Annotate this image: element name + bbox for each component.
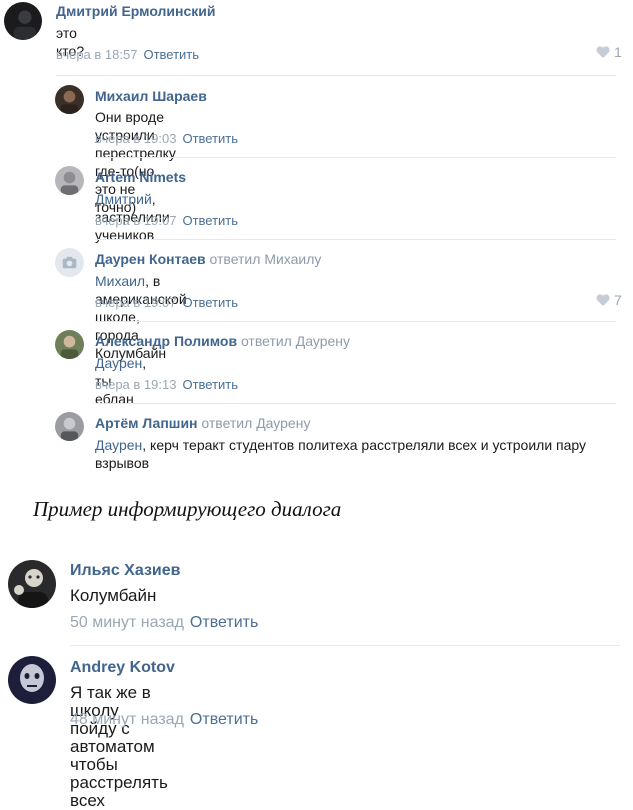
mention[interactable]: Дмитрий [95, 191, 152, 207]
reply-button[interactable]: Ответить [143, 47, 199, 62]
separator [95, 321, 616, 322]
comment-time[interactable]: вчера в 18:57 [56, 47, 137, 62]
comment-text: Даурен, керч теракт студентов политеха р… [95, 436, 623, 472]
comment-meta: вчера в 19:07 Ответить [95, 295, 238, 310]
separator [95, 403, 616, 404]
heart-icon [596, 293, 610, 306]
comment-meta: вчера в 19:13 Ответить [95, 377, 238, 392]
avatar[interactable] [55, 166, 84, 195]
separator [95, 157, 616, 158]
comment-time[interactable]: вчера в 19:03 [95, 131, 176, 146]
replied-to[interactable]: ответил Даурену [241, 333, 350, 349]
avatar[interactable] [55, 330, 84, 359]
avatar[interactable] [8, 656, 56, 704]
comment-time[interactable]: вчера в 19:07 [95, 213, 176, 228]
mention[interactable]: Даурен [95, 355, 142, 371]
replied-to[interactable]: ответил Даурену [201, 415, 310, 431]
like-button[interactable]: 1 [596, 44, 622, 60]
reply-button[interactable]: Ответить [190, 711, 258, 728]
comment-meta: вчера в 19:03 Ответить [95, 131, 238, 146]
comment-meta: вчера в 18:57 Ответить [56, 47, 199, 62]
comment-author[interactable]: Даурен Контаев ответил Михаилу [95, 251, 321, 267]
separator [70, 645, 620, 646]
mention[interactable]: Даурен [95, 437, 142, 453]
avatar[interactable] [55, 248, 84, 277]
comment-author[interactable]: Artem Nimets [95, 169, 186, 185]
mention[interactable]: Михаил [95, 273, 145, 289]
comment-author[interactable]: Дмитрий Ермолинский [56, 3, 216, 19]
avatar[interactable] [55, 85, 84, 114]
comment-meta: вчера в 19:07 Ответить [95, 213, 238, 228]
like-count: 7 [614, 292, 622, 308]
comment-text-body: , керч теракт студентов политеха расстре… [95, 437, 587, 471]
comment-time[interactable]: вчера в 19:07 [95, 295, 176, 310]
comment-text: Колумбайн [70, 586, 157, 605]
reply-button[interactable]: Ответить [182, 295, 238, 310]
reply-button[interactable]: Ответить [182, 377, 238, 392]
reply-button[interactable]: Ответить [190, 614, 258, 631]
comment-meta: 50 минут назад Ответить [70, 614, 258, 632]
reply-button[interactable]: Ответить [182, 131, 238, 146]
figure-caption: Пример информирующего диалога [33, 497, 342, 521]
comment-author[interactable]: Ильяс Хазиев [70, 562, 180, 580]
separator [95, 239, 616, 240]
comment-author[interactable]: Артём Лапшин ответил Даурену [95, 415, 310, 431]
replied-to[interactable]: ответил Михаилу [210, 251, 322, 267]
avatar[interactable] [55, 412, 84, 441]
comment-author[interactable]: Михаил Шараев [95, 88, 207, 104]
separator [56, 75, 616, 76]
avatar[interactable] [4, 2, 42, 40]
comment-time[interactable]: вчера в 19:13 [95, 377, 176, 392]
comment-author[interactable]: Andrey Kotov [70, 659, 175, 677]
heart-icon [596, 45, 610, 58]
comment-text: Я так же в школу пойду с автоматом чтобы… [70, 683, 168, 810]
comment-time[interactable]: 48 минут назад [70, 711, 184, 728]
like-count: 1 [614, 44, 622, 60]
reply-button[interactable]: Ответить [182, 213, 238, 228]
comment-time[interactable]: 50 минут назад [70, 614, 184, 631]
like-button[interactable]: 7 [596, 292, 622, 308]
comment-meta: 48 минут назад Ответить [70, 711, 258, 729]
avatar[interactable] [8, 560, 56, 608]
comment-author[interactable]: Александр Полимов ответил Даурену [95, 333, 350, 349]
